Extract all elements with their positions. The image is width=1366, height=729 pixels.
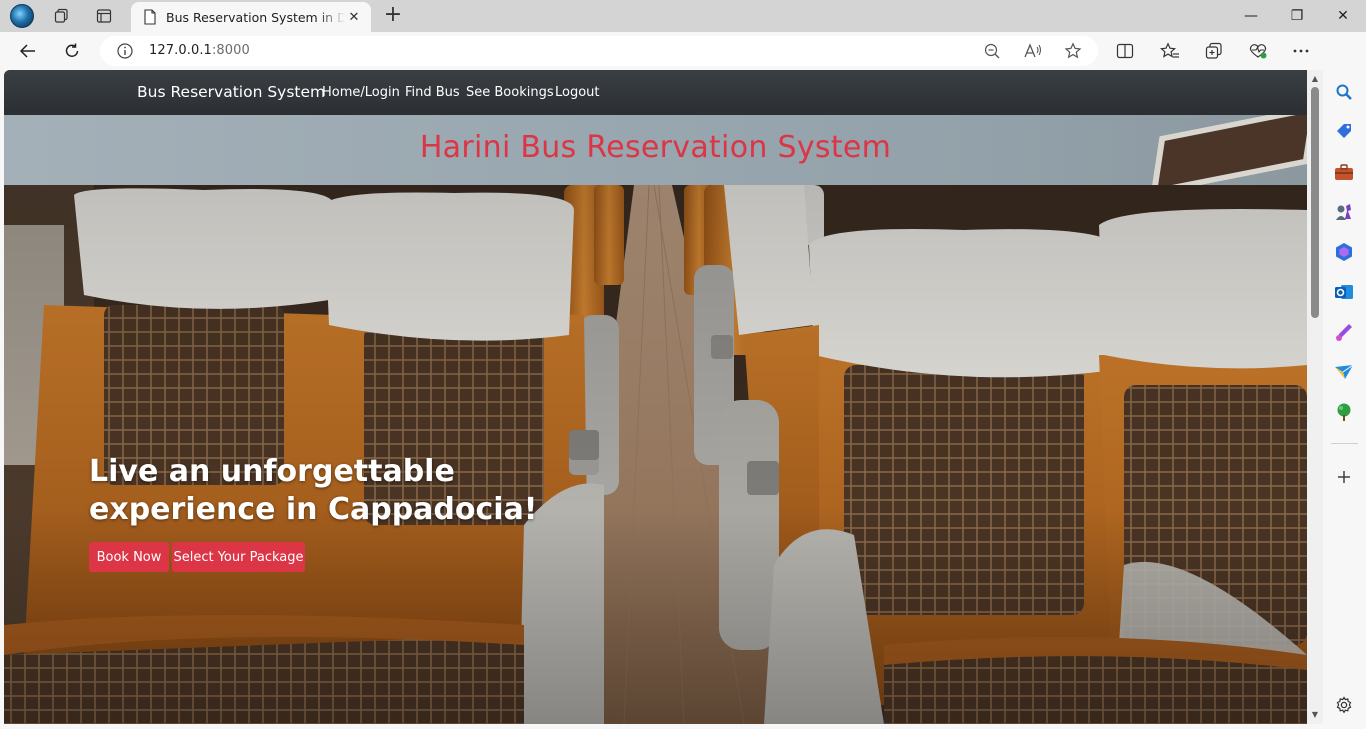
scroll-up-icon[interactable]: ▲ <box>1310 74 1320 84</box>
page-icon <box>144 9 156 25</box>
performance-icon[interactable] <box>1243 37 1273 65</box>
favorite-icon[interactable] <box>1062 41 1084 61</box>
nav-link-find-bus[interactable]: Find Bus <box>405 85 460 100</box>
favorites-icon[interactable] <box>1155 37 1185 65</box>
designer-icon[interactable] <box>1333 321 1355 343</box>
new-tab-icon[interactable]: + <box>380 2 406 27</box>
site-navbar: Bus Reservation System Home/Login Find B… <box>4 70 1307 115</box>
hero-heading: Live an unforgettable experience in Capp… <box>89 454 538 527</box>
select-package-button[interactable]: Select Your Package <box>172 542 305 572</box>
restore-icon[interactable]: ❐ <box>1274 0 1320 32</box>
window-close-icon[interactable]: ✕ <box>1320 0 1366 32</box>
games-icon[interactable] <box>1333 201 1355 223</box>
nav-link-logout[interactable]: Logout <box>555 85 600 100</box>
tab-close-icon[interactable]: ✕ <box>345 8 363 26</box>
outlook-icon[interactable] <box>1333 281 1355 303</box>
refresh-icon[interactable] <box>57 37 87 65</box>
zoom-out-icon[interactable] <box>981 41 1003 61</box>
site-title: Harini Bus Reservation System <box>419 130 892 165</box>
tab-title: Bus Reservation System in Django <box>166 9 345 25</box>
scroll-thumb[interactable] <box>1311 87 1319 318</box>
profile-avatar[interactable] <box>10 4 34 28</box>
nav-link-home-login[interactable]: Home/Login <box>322 85 400 100</box>
shopping-icon[interactable] <box>1333 121 1355 143</box>
nav-link-see-bookings[interactable]: See Bookings <box>466 85 554 100</box>
edge-sidebar <box>1323 32 1366 729</box>
browser-toolbar: 127.0.0.1:8000 <box>0 32 1366 70</box>
tools-icon[interactable] <box>1333 161 1355 183</box>
add-icon[interactable] <box>1333 466 1355 488</box>
url-port: :8000 <box>211 43 250 58</box>
minimize-icon[interactable]: — <box>1228 0 1274 32</box>
hero-section: Live an unforgettable experience in Capp… <box>4 185 1307 724</box>
tab-actions-icon[interactable] <box>91 4 117 28</box>
page-scrollbar[interactable]: ▲ ▼ <box>1307 70 1323 724</box>
book-now-button[interactable]: Book Now <box>89 542 169 572</box>
back-icon[interactable] <box>13 37 43 65</box>
address-bar[interactable]: 127.0.0.1:8000 <box>100 36 1098 66</box>
title-banner: Harini Bus Reservation System <box>4 115 1307 185</box>
tree-icon[interactable] <box>1333 401 1355 423</box>
more-icon[interactable] <box>1286 37 1316 65</box>
scroll-down-icon[interactable]: ▼ <box>1310 710 1320 720</box>
active-tab[interactable]: Bus Reservation System in Django ✕ <box>131 2 371 32</box>
url-host: 127.0.0.1 <box>149 43 212 58</box>
settings-icon[interactable] <box>1333 694 1355 716</box>
workspaces-icon[interactable] <box>49 4 75 28</box>
collections-icon[interactable] <box>1199 37 1229 65</box>
search-icon[interactable] <box>1333 81 1355 103</box>
navbar-brand[interactable]: Bus Reservation System <box>137 83 325 101</box>
info-icon[interactable] <box>116 42 134 60</box>
split-screen-icon[interactable] <box>1110 37 1140 65</box>
browser-tab-bar: Bus Reservation System in Django ✕ + — ❐… <box>0 0 1366 32</box>
read-aloud-icon[interactable] <box>1022 41 1044 61</box>
page-viewport: Bus Reservation System Home/Login Find B… <box>4 70 1307 724</box>
microsoft365-icon[interactable] <box>1333 241 1355 263</box>
drop-icon[interactable] <box>1333 361 1355 383</box>
url-text[interactable]: 127.0.0.1:8000 <box>149 43 250 58</box>
sidebar-separator <box>1331 443 1358 444</box>
